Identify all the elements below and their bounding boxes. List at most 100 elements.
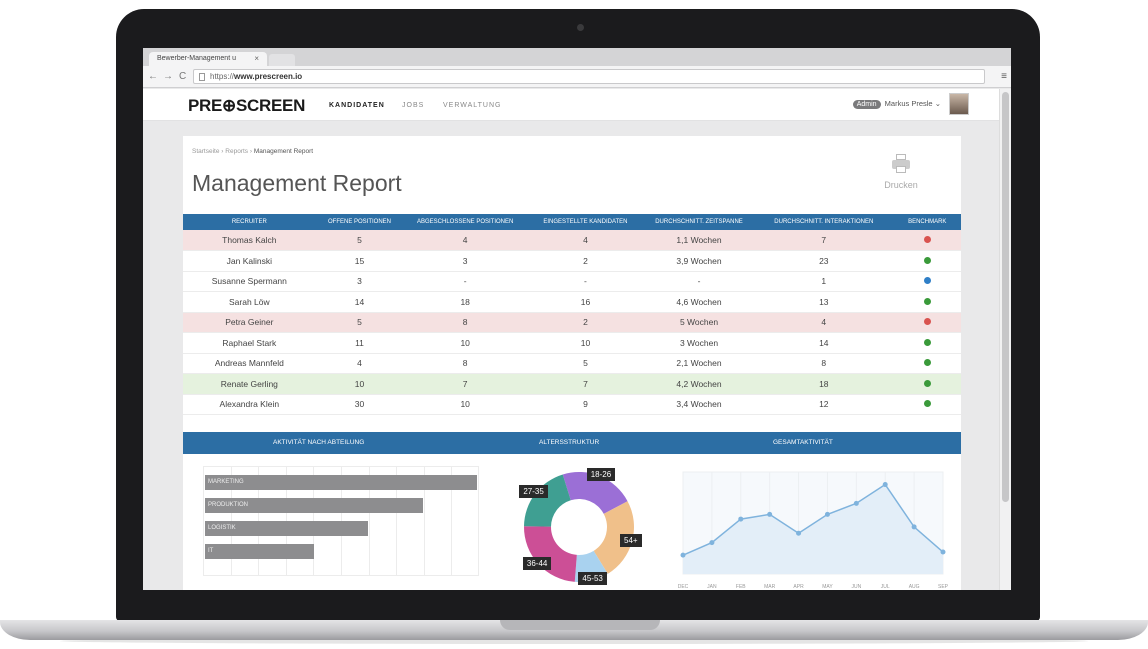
data-point[interactable] bbox=[796, 530, 802, 536]
donut-label: 54+ bbox=[620, 533, 642, 547]
data-point[interactable] bbox=[853, 500, 859, 506]
table-cell: 8 bbox=[754, 353, 894, 374]
table-row[interactable]: Alexandra Klein 30 10 9 3,4 Wochen 12 bbox=[183, 394, 961, 415]
age-donut-chart: 18-26 54+ 45-53 36-44 27-35 bbox=[519, 468, 655, 586]
recruiter-name-cell: Raphael Stark bbox=[183, 332, 316, 354]
avatar[interactable] bbox=[949, 93, 969, 115]
benchmark-cell bbox=[893, 291, 961, 313]
benchmark-status-dot bbox=[923, 277, 931, 285]
screen: Bewerber-Management u × ← → C https://ww… bbox=[143, 48, 1011, 590]
table-cell: 15 bbox=[315, 250, 404, 272]
table-cell: 3,9 Wochen bbox=[643, 250, 755, 272]
data-point[interactable] bbox=[824, 511, 830, 517]
table-row[interactable]: Petra Geiner 5 8 2 5 Wochen 4 bbox=[183, 312, 961, 333]
benchmark-cell bbox=[893, 373, 961, 395]
user-menu[interactable]: Admin Markus Presle ⌄ bbox=[852, 99, 941, 109]
scrollbar-thumb[interactable] bbox=[1002, 92, 1009, 502]
column-header[interactable]: Benchmark bbox=[893, 214, 961, 230]
table-row[interactable]: Renate Gerling 10 7 7 4,2 Wochen 18 bbox=[183, 373, 961, 395]
column-header[interactable]: Durchschnitt. Zeitspanne bbox=[643, 214, 755, 230]
table-cell: 9 bbox=[527, 394, 644, 415]
recruiter-name-cell: Renate Gerling bbox=[183, 373, 316, 395]
benchmark-status-dot bbox=[923, 297, 931, 305]
recruiter-name-cell: Petra Geiner bbox=[183, 312, 316, 333]
table-cell: 10 bbox=[403, 394, 527, 415]
donut-slice[interactable] bbox=[524, 526, 577, 582]
table-row[interactable]: Thomas Kalch 5 4 4 1,1 Wochen 7 bbox=[183, 230, 961, 251]
donut-label: 45-53 bbox=[578, 572, 607, 585]
benchmark-cell bbox=[893, 230, 961, 251]
x-tick-label: FEB bbox=[736, 584, 746, 590]
page-title: Management Report bbox=[192, 170, 402, 196]
tab-close-icon[interactable]: × bbox=[254, 54, 259, 63]
column-header[interactable]: Durchschnitt. Interaktionen bbox=[754, 214, 894, 230]
browser-tab[interactable]: Bewerber-Management u × bbox=[149, 52, 267, 66]
charts-header: Aktivität nach Abteilung Altersstruktur … bbox=[183, 432, 961, 454]
column-header[interactable]: Abgeschlossene Positionen bbox=[403, 214, 527, 230]
table-row[interactable]: Andreas Mannfeld 4 8 5 2,1 Wochen 8 bbox=[183, 353, 961, 374]
table-cell: 3 bbox=[315, 271, 404, 292]
donut-label: 27-35 bbox=[519, 484, 548, 498]
x-tick-label: AUG bbox=[909, 584, 920, 590]
x-tick-label: JUL bbox=[881, 584, 890, 590]
table-cell: 11 bbox=[315, 332, 404, 354]
table-cell: 10 bbox=[403, 332, 527, 354]
benchmark-status-dot bbox=[923, 236, 931, 243]
breadcrumb-reports[interactable]: Reports bbox=[225, 148, 248, 155]
forward-icon[interactable]: → bbox=[163, 71, 173, 82]
chart-title-alter: Altersstruktur bbox=[539, 439, 600, 446]
bar: IT bbox=[205, 544, 314, 559]
table-cell: 3,4 Wochen bbox=[643, 394, 755, 415]
data-point[interactable] bbox=[911, 524, 917, 530]
data-point[interactable] bbox=[709, 540, 715, 546]
table-row[interactable]: Susanne Spermann 3- - -1 bbox=[183, 271, 961, 292]
activity-line-chart: DEC JAN FEB MAR APR MAY JUN JUL AUG SEP bbox=[678, 471, 949, 590]
data-point[interactable] bbox=[882, 482, 888, 488]
table-cell: 10 bbox=[527, 332, 644, 354]
table-cell: 4,2 Wochen bbox=[643, 373, 755, 395]
table-row[interactable]: Jan Kalinski 15 3 2 3,9 Wochen 23 bbox=[183, 250, 961, 272]
table-cell: - bbox=[403, 271, 527, 292]
data-point[interactable] bbox=[767, 511, 773, 517]
nav-verwaltung[interactable]: VERWALTUNG bbox=[443, 102, 502, 109]
table-cell: 2 bbox=[527, 312, 644, 333]
chart-title-gesamt: Gesamtaktivität bbox=[773, 439, 833, 446]
table-row[interactable]: Raphael Stark 11 10 10 3 Wochen 14 bbox=[183, 332, 961, 354]
table-cell: 5 bbox=[527, 353, 644, 374]
new-tab-button[interactable] bbox=[269, 54, 295, 66]
benchmark-cell bbox=[893, 332, 961, 354]
column-header[interactable]: Recruiter bbox=[183, 214, 316, 230]
recruiter-name-cell: Andreas Mannfeld bbox=[183, 353, 316, 374]
benchmark-status-dot bbox=[923, 359, 931, 367]
address-bar[interactable]: https://www.prescreen.io bbox=[193, 69, 985, 84]
data-point[interactable] bbox=[940, 549, 946, 555]
chevron-down-icon: ⌄ bbox=[934, 99, 941, 108]
benchmark-cell bbox=[893, 271, 961, 292]
data-point[interactable] bbox=[680, 552, 686, 558]
nav-jobs[interactable]: JOBS bbox=[402, 102, 424, 109]
chart-title-abteilung: Aktivität nach Abteilung bbox=[273, 439, 365, 446]
browser-menu-icon[interactable]: ≡ bbox=[1001, 71, 1007, 82]
column-header[interactable]: Eingestellte Kandidaten bbox=[527, 214, 644, 230]
breadcrumb-home[interactable]: Startseite bbox=[192, 148, 219, 155]
table-cell: 3 bbox=[403, 250, 527, 272]
column-header[interactable]: Offene Positionen bbox=[315, 214, 404, 230]
nav-kandidaten[interactable]: KANDIDATEN bbox=[329, 102, 385, 109]
benchmark-status-dot bbox=[923, 400, 931, 408]
breadcrumb-separator: › bbox=[221, 148, 224, 155]
data-point[interactable] bbox=[738, 516, 744, 522]
benchmark-cell bbox=[893, 394, 961, 415]
reload-icon[interactable]: C bbox=[179, 71, 186, 82]
prescreen-logo[interactable]: PRE⊕SCREEN bbox=[188, 96, 305, 116]
donut-label: 18-26 bbox=[586, 468, 616, 481]
donut-label: 36-44 bbox=[522, 557, 552, 571]
tab-title: Bewerber-Management u bbox=[157, 55, 236, 62]
table-cell: 10 bbox=[315, 373, 404, 395]
print-button[interactable]: Drucken bbox=[881, 154, 921, 190]
x-tick-label: SEP bbox=[938, 584, 949, 590]
table-row[interactable]: Sarah Löw 14 18 16 4,6 Wochen 13 bbox=[183, 291, 961, 313]
back-icon[interactable]: ← bbox=[148, 71, 158, 82]
table-cell: 30 bbox=[315, 394, 404, 415]
bar: MARKETING bbox=[205, 475, 477, 490]
donut-slice[interactable] bbox=[524, 474, 571, 527]
